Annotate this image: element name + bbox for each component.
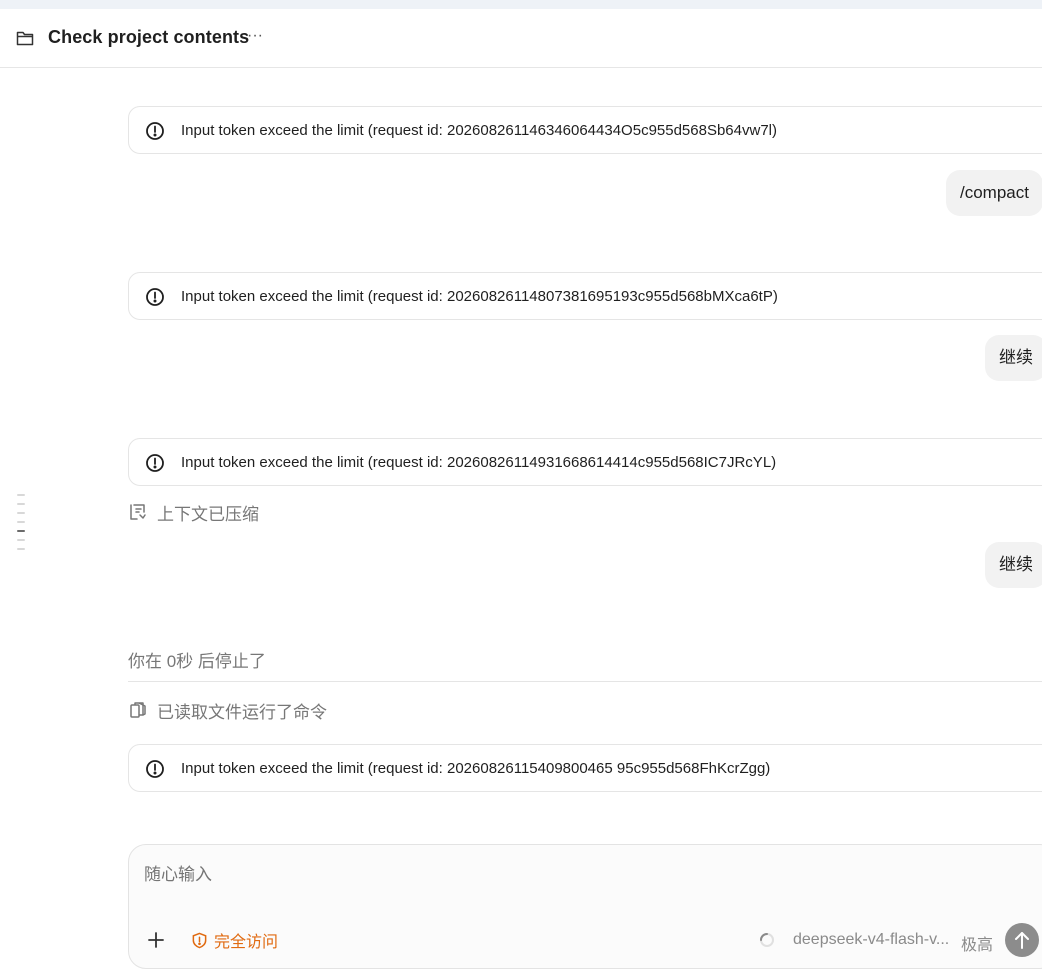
warning-icon <box>192 932 207 948</box>
more-icon[interactable]: ··· <box>244 28 266 47</box>
user-message: 继续 <box>985 335 1042 381</box>
scroll-navigator[interactable] <box>17 494 27 557</box>
error-text: Input token exceed the limit (request id… <box>181 454 777 471</box>
page-title: Check project contents <box>48 27 250 47</box>
nav-tick[interactable] <box>17 512 25 514</box>
error-message: Input token exceed the limit (request id… <box>128 272 1042 320</box>
user-message: /compact <box>946 170 1042 216</box>
divider <box>128 681 1042 682</box>
read-files-status[interactable]: 已读取文件运行了命令 <box>128 698 327 722</box>
send-button[interactable] <box>1005 923 1039 957</box>
model-selector[interactable]: deepseek-v4-flash-v... <box>793 931 949 949</box>
alert-circle-icon <box>146 760 164 778</box>
spinner-icon <box>760 933 774 947</box>
folder-icon <box>16 31 34 46</box>
full-access-button[interactable]: 完全访问 <box>191 929 278 951</box>
plus-icon[interactable] <box>145 929 167 951</box>
error-text: Input token exceed the limit (request id… <box>181 288 778 305</box>
context-compress-icon <box>130 504 146 520</box>
error-message: Input token exceed the limit (request id… <box>128 106 1042 154</box>
error-message: Input token exceed the limit (request id… <box>128 438 1042 486</box>
nav-tick[interactable] <box>17 494 25 496</box>
effort-selector[interactable]: 极高 <box>961 931 993 955</box>
nav-tick[interactable] <box>17 548 25 550</box>
message-input[interactable] <box>144 865 744 885</box>
user-message: 继续 <box>985 542 1042 588</box>
conversation-header: Check project contents ··· <box>0 9 1042 68</box>
nav-tick-active[interactable] <box>17 530 25 532</box>
error-text: Input token exceed the limit (request id… <box>181 760 771 777</box>
nav-tick[interactable] <box>17 503 25 505</box>
nav-tick[interactable] <box>17 539 25 541</box>
files-icon <box>130 702 146 718</box>
alert-circle-icon <box>146 122 164 140</box>
arrow-up-icon <box>1015 932 1029 949</box>
top-strip <box>0 0 1042 9</box>
context-compressed-status[interactable]: 上下文已压缩 <box>128 500 259 524</box>
read-files-label: 已读取文件运行了命令 <box>157 702 327 722</box>
alert-circle-icon <box>146 288 164 306</box>
context-compressed-label: 上下文已压缩 <box>157 504 259 524</box>
error-text: Input token exceed the limit (request id… <box>181 122 777 139</box>
stopped-status: 你在 0秒 后停止了 <box>128 652 266 671</box>
full-access-label: 完全访问 <box>214 934 279 951</box>
nav-tick[interactable] <box>17 521 25 523</box>
composer: 完全访问 deepseek-v4-flash-v... 极高 <box>128 844 1042 969</box>
alert-circle-icon <box>146 454 164 472</box>
error-message: Input token exceed the limit (request id… <box>128 744 1042 792</box>
